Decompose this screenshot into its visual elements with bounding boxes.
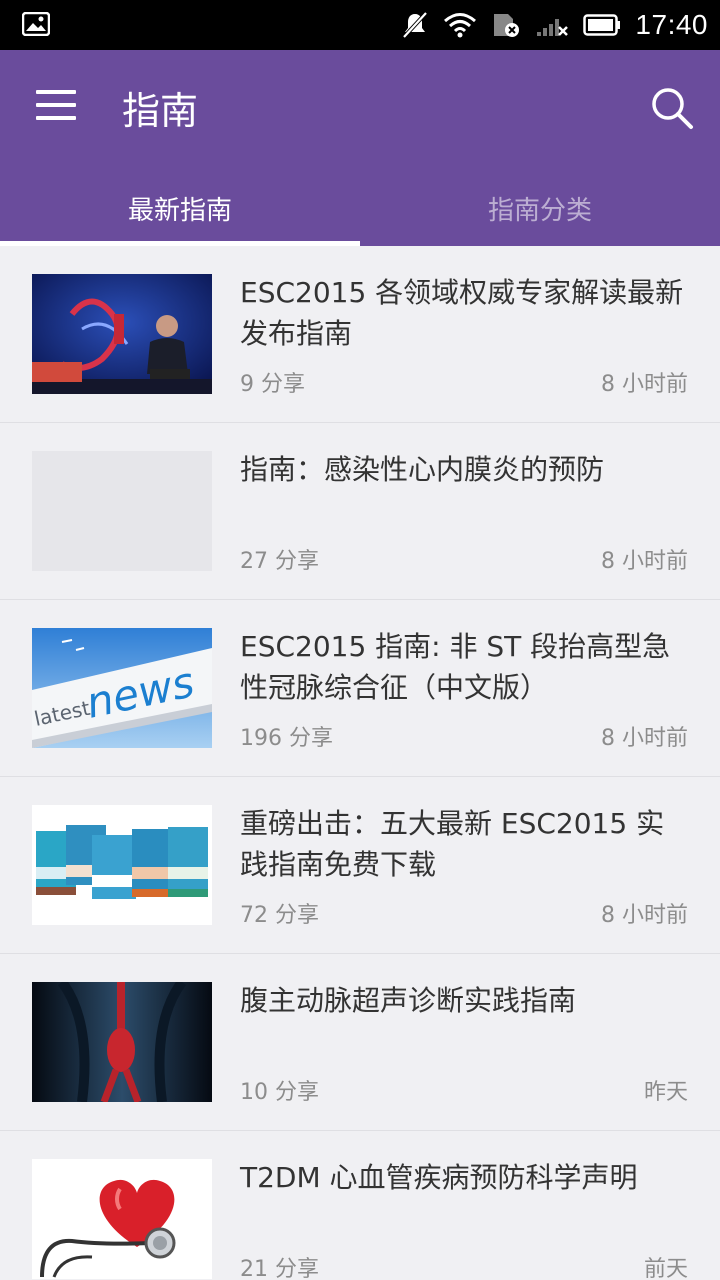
article-title: 腹主动脉超声诊断实践指南 (240, 984, 577, 1017)
timestamp: 8 小时前 (601, 726, 688, 751)
signal-icon (537, 19, 569, 36)
article-title: 重磅出击：五大最新 ESC2015 实践指南免费下载 (240, 807, 665, 881)
latest-news-image: latest news (32, 628, 212, 748)
share-count: 27 分享 (240, 549, 319, 574)
list-item[interactable]: T2DM 心血管疾病预防科学声明 21 分享 前天 (0, 1131, 720, 1280)
battery-icon (583, 14, 621, 36)
tab-guideline-categories[interactable]: 指南分类 (360, 170, 720, 246)
share-count: 21 分享 (240, 1257, 319, 1280)
image-notification-icon (22, 12, 50, 36)
list-item[interactable]: ESC2015 各领域权威专家解读最新发布指南 9 分享 8 小时前 (0, 246, 720, 423)
timestamp: 8 小时前 (601, 549, 688, 574)
share-count: 196 分享 (240, 726, 333, 751)
article-title: 指南：感染性心内膜炎的预防 (240, 453, 605, 486)
list-item[interactable]: 指南：感染性心内膜炎的预防 27 分享 8 小时前 (0, 423, 720, 600)
list-item[interactable]: 腹主动脉超声诊断实践指南 10 分享 昨天 (0, 954, 720, 1131)
timestamp: 8 小时前 (601, 372, 688, 397)
conference-stage-image (32, 274, 212, 394)
share-count: 10 分享 (240, 1080, 319, 1105)
menu-button[interactable] (36, 90, 76, 124)
tab-bar: 最新指南 指南分类 (0, 170, 720, 246)
share-count: 72 分享 (240, 903, 319, 928)
app-bar: 指南 最新指南 指南分类 (0, 50, 720, 246)
sim-error-icon (494, 14, 520, 37)
clock: 17:40 (635, 9, 708, 40)
article-title: T2DM 心血管疾病预防科学声明 (240, 1161, 638, 1194)
status-bar: 17:40 (0, 0, 720, 50)
list-item[interactable]: latest news ESC2015 指南: 非 ST 段抬高型急性冠脉综合征… (0, 600, 720, 777)
guideline-booklets-image (32, 805, 212, 925)
article-list: ESC2015 各领域权威专家解读最新发布指南 9 分享 8 小时前 指南：感染… (0, 246, 720, 1280)
heart-stethoscope-image (32, 1159, 212, 1279)
timestamp: 前天 (643, 1257, 688, 1280)
aorta-anatomy-image (32, 982, 212, 1102)
notifications-off-icon (402, 11, 428, 39)
article-title: ESC2015 各领域权威专家解读最新发布指南 (240, 276, 684, 350)
wifi-icon (444, 13, 477, 38)
hamburger-icon (36, 90, 76, 94)
page-title: 指南 (122, 89, 199, 133)
placeholder-image (32, 451, 212, 571)
timestamp: 8 小时前 (601, 903, 688, 928)
article-title: ESC2015 指南: 非 ST 段抬高型急性冠脉综合征（中文版） (240, 630, 671, 704)
share-count: 9 分享 (240, 372, 305, 397)
timestamp: 昨天 (643, 1080, 688, 1105)
search-icon[interactable] (650, 86, 694, 130)
tab-latest-guidelines[interactable]: 最新指南 (0, 170, 360, 246)
list-item[interactable]: 重磅出击：五大最新 ESC2015 实践指南免费下载 72 分享 8 小时前 (0, 777, 720, 954)
